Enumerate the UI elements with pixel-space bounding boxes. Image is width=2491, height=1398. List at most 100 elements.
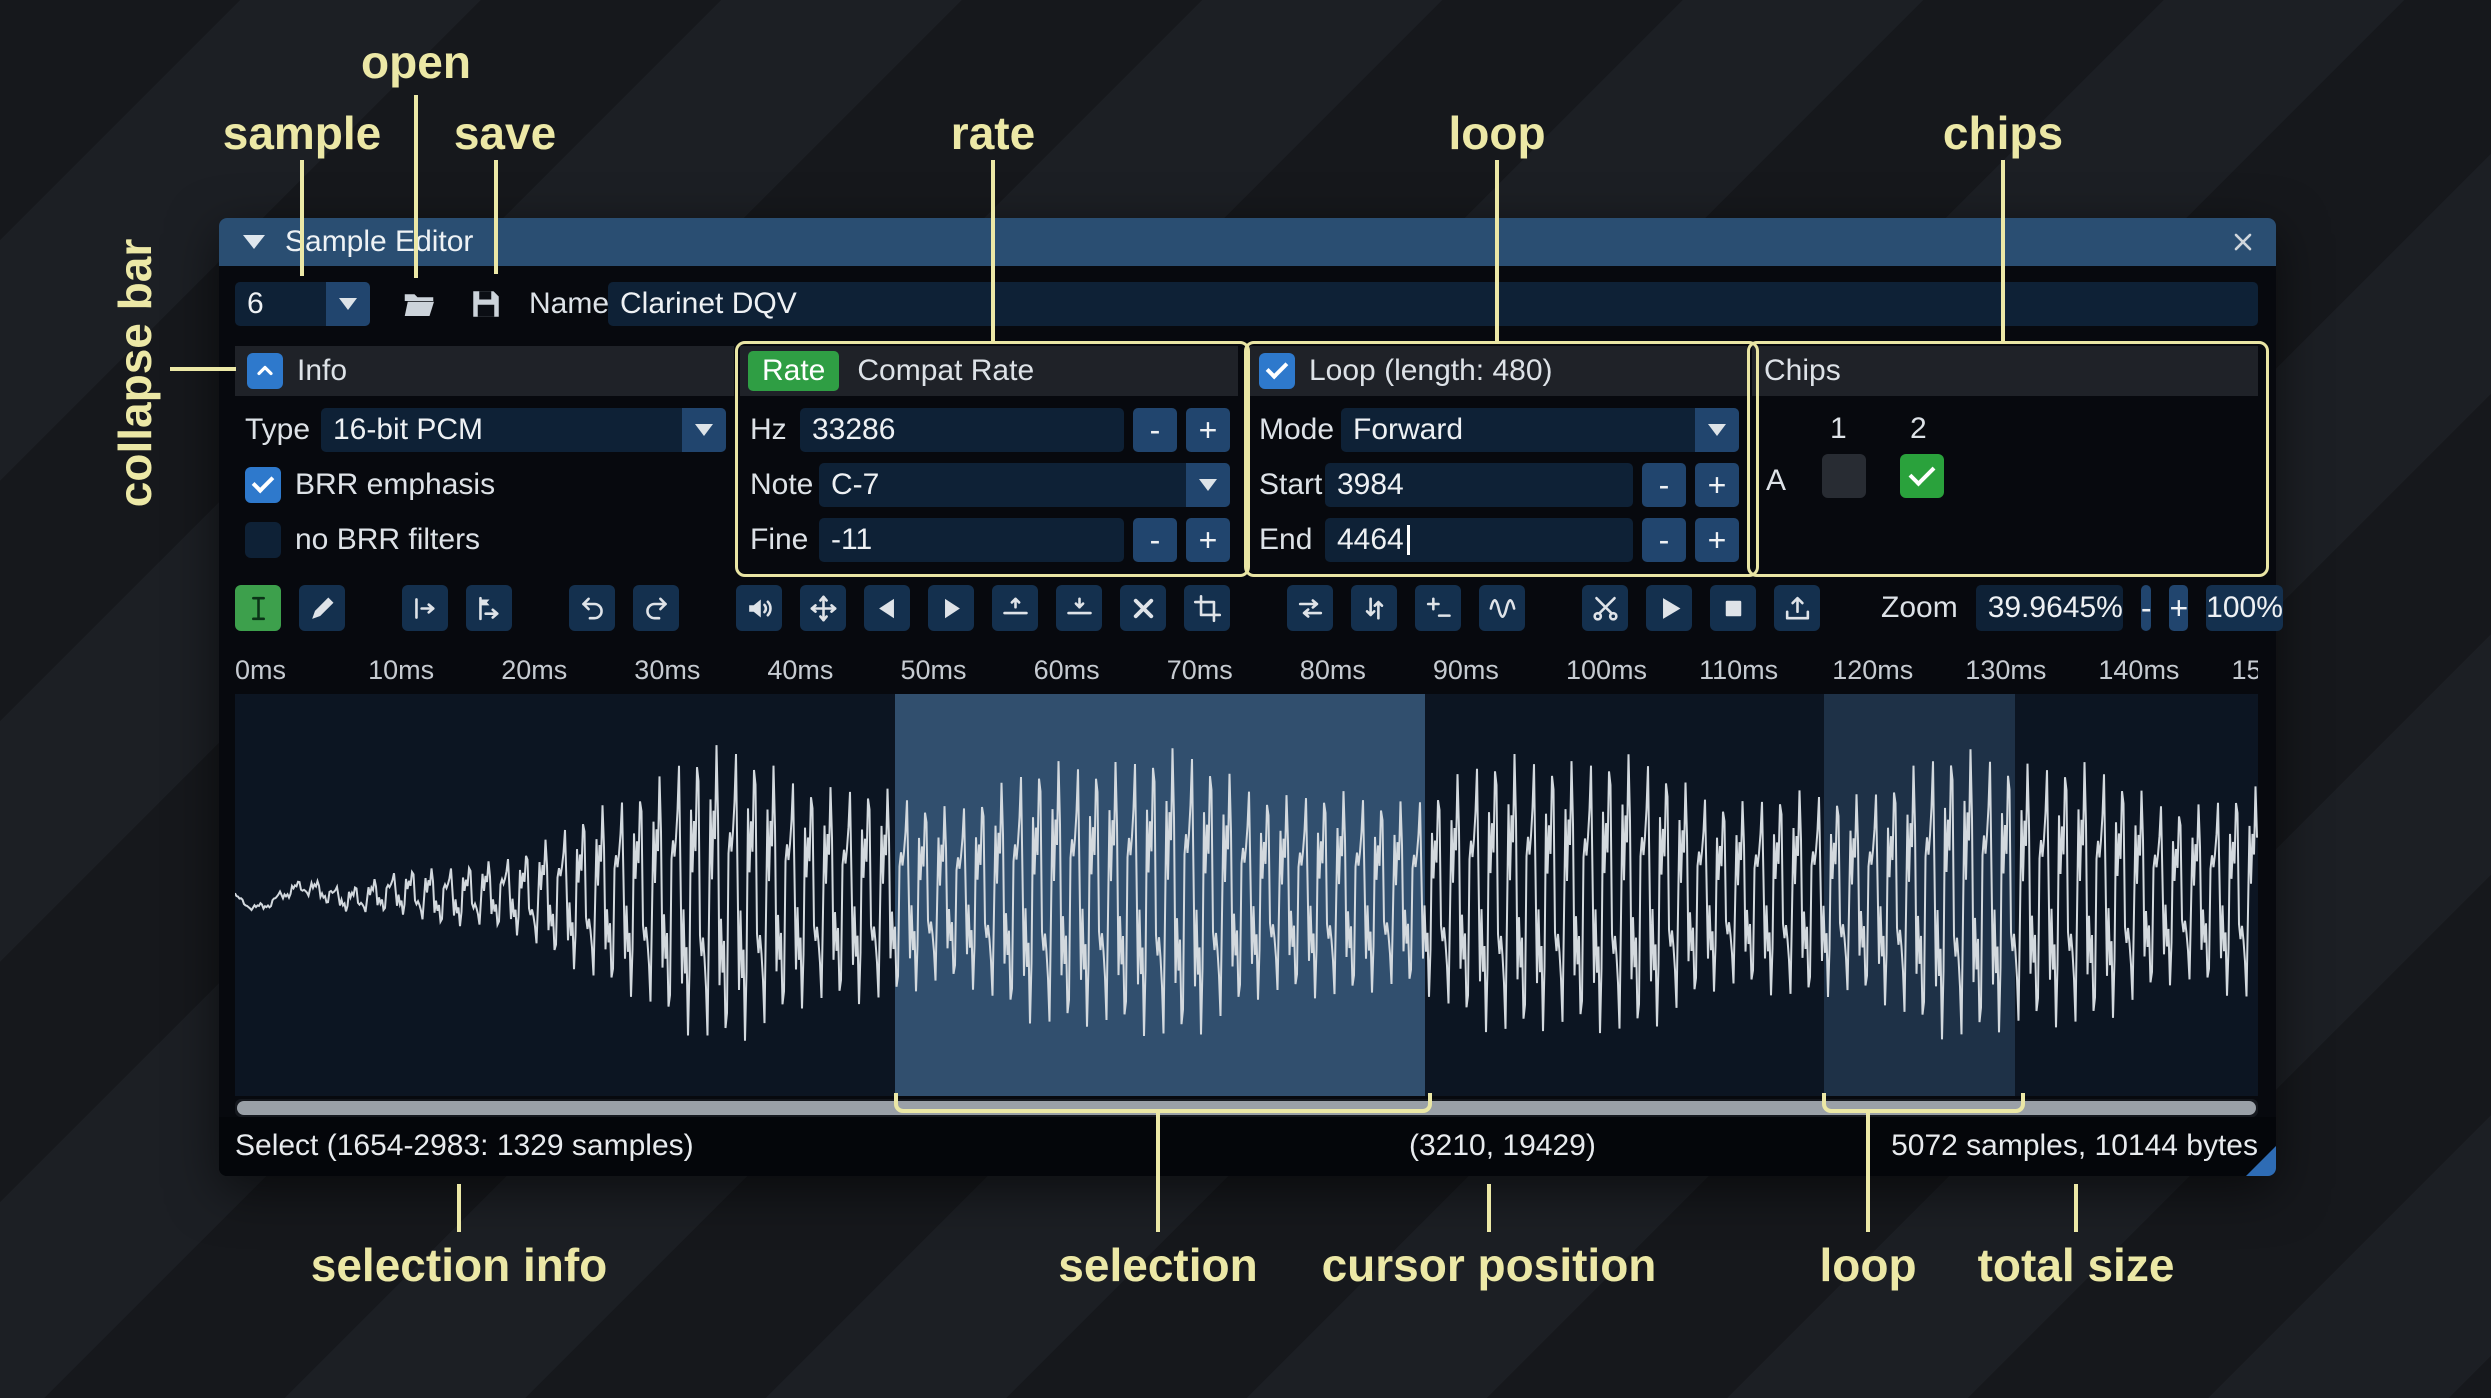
resample-icon <box>478 596 499 620</box>
undo-button[interactable] <box>569 585 615 631</box>
redo-button[interactable] <box>633 585 679 631</box>
rate-badge[interactable]: Rate <box>748 351 840 391</box>
delete-button[interactable] <box>1120 585 1166 631</box>
no-brr-filters-label: no BRR filters <box>295 523 481 556</box>
annotation-line-selection-info <box>457 1184 461 1232</box>
zoom-minus-button[interactable]: - <box>2140 585 2152 631</box>
brr-emphasis-row: BRR emphasis <box>245 463 726 507</box>
insert-silence-button[interactable] <box>992 585 1038 631</box>
ruler-label: 80ms <box>1299 655 1366 685</box>
upload-sample-button[interactable] <box>1774 585 1820 631</box>
type-select[interactable]: 16-bit PCM <box>321 408 726 452</box>
loop-start-minus-button[interactable]: - <box>1642 463 1686 507</box>
loop-end-plus-button[interactable]: + <box>1695 518 1739 562</box>
draw-tool-icon <box>311 597 333 619</box>
stop-preview-button[interactable] <box>1710 585 1756 631</box>
select-tool-button[interactable] <box>235 585 281 631</box>
resample-button[interactable] <box>466 585 512 631</box>
hz-input[interactable]: 33286 <box>800 408 1124 452</box>
draw-tool-button[interactable] <box>299 585 345 631</box>
note-dropdown-button[interactable] <box>1186 463 1230 507</box>
fade-in-button[interactable] <box>864 585 910 631</box>
ruler-label: 110ms <box>1699 655 1779 685</box>
info-title: Info <box>297 354 348 387</box>
brr-emphasis-label: BRR emphasis <box>295 468 496 501</box>
sample-number-select[interactable]: 6 <box>235 282 370 326</box>
loop-start-input[interactable]: 3984 <box>1325 463 1633 507</box>
hz-plus-button[interactable]: + <box>1186 408 1230 452</box>
close-button[interactable] <box>2226 225 2260 259</box>
rate-title: Compat Rate <box>857 354 1035 387</box>
chip-2-checkbox[interactable] <box>1900 454 1944 498</box>
toolbar: Zoom 39.9645% - + 100% <box>235 580 2283 636</box>
horizontal-scrollbar[interactable] <box>235 1099 2258 1117</box>
fine-input[interactable]: -11 <box>819 518 1124 562</box>
preview-icon <box>1662 597 1680 619</box>
chip-column-2: 2 <box>1910 412 1927 445</box>
loop-mode-select[interactable]: Forward <box>1341 408 1739 452</box>
sign-button[interactable] <box>1415 585 1461 631</box>
amplify-button[interactable] <box>736 585 782 631</box>
ruler-label: 100ms <box>1566 655 1648 685</box>
scrollbar-thumb[interactable] <box>237 1101 2256 1115</box>
delete-icon <box>1133 598 1153 618</box>
fine-minus-button[interactable]: - <box>1133 518 1177 562</box>
annotation-selection: selection <box>1058 1239 1258 1291</box>
zoom-reset-button[interactable]: 100% <box>2206 585 2283 631</box>
collapse-bar-button[interactable] <box>247 353 283 389</box>
loop-start-label: Start <box>1259 468 1323 501</box>
zoom-input[interactable]: 39.9645% <box>1975 585 2123 631</box>
annotation-loop-bottom: loop <box>1819 1239 1917 1291</box>
name-input[interactable]: Clarinet DQV <box>608 282 2258 326</box>
preview-button[interactable] <box>1646 585 1692 631</box>
waveform-view[interactable] <box>235 694 2258 1096</box>
apply-silence-button[interactable] <box>1056 585 1102 631</box>
trim-button[interactable] <box>1184 585 1230 631</box>
resize-grip[interactable] <box>2246 1146 2276 1176</box>
loop-enable-checkbox[interactable] <box>1259 353 1295 389</box>
collapse-window-icon[interactable] <box>243 235 265 249</box>
ruler-label: 130ms <box>1965 655 2047 685</box>
rate-header: Rate Compat Rate <box>740 346 1238 396</box>
resize-button[interactable] <box>402 585 448 631</box>
upload-sample-icon <box>1785 596 1809 619</box>
loop-end-input[interactable]: 4464 <box>1325 518 1633 562</box>
invert-button[interactable] <box>1351 585 1397 631</box>
save-sample-button[interactable] <box>464 282 508 326</box>
loop-start-plus-button[interactable]: + <box>1695 463 1739 507</box>
open-sample-button[interactable] <box>397 282 441 326</box>
loop-end-label: End <box>1259 523 1313 556</box>
titlebar: Sample Editor <box>219 218 2276 266</box>
loop-end-minus-button[interactable]: - <box>1642 518 1686 562</box>
brr-emphasis-checkbox[interactable] <box>245 467 281 503</box>
type-dropdown-button[interactable] <box>682 408 726 452</box>
no-brr-filters-checkbox[interactable] <box>245 522 281 558</box>
hz-minus-button[interactable]: - <box>1133 408 1177 452</box>
chip-1-checkbox[interactable] <box>1822 454 1866 498</box>
loop-title: Loop (length: 480) <box>1309 354 1553 387</box>
note-select[interactable]: C-7 <box>819 463 1230 507</box>
fade-out-button[interactable] <box>928 585 974 631</box>
loop-mode-dropdown-button[interactable] <box>1695 408 1739 452</box>
note-row: Note C-7 <box>750 463 1230 507</box>
fine-plus-button[interactable]: + <box>1186 518 1230 562</box>
chevron-down-icon <box>1199 479 1217 491</box>
annotation-line-total-size <box>2074 1184 2078 1232</box>
total-size-text: 5072 samples, 10144 bytes <box>1891 1129 2258 1162</box>
trim-icon <box>1193 594 1221 622</box>
redo-icon <box>645 597 667 619</box>
annotation-selection-info: selection info <box>310 1239 608 1291</box>
sign-icon <box>1426 597 1451 617</box>
resize-icon <box>414 597 435 619</box>
type-value: 16-bit PCM <box>333 413 484 446</box>
reverse-button[interactable] <box>1287 585 1333 631</box>
loop-start-value: 3984 <box>1337 468 1404 501</box>
filter-button[interactable] <box>1479 585 1525 631</box>
name-value: Clarinet DQV <box>620 287 797 320</box>
stop-preview-icon <box>1725 600 1741 616</box>
normalize-button[interactable] <box>800 585 846 631</box>
crossfade-loop-button[interactable] <box>1582 585 1628 631</box>
chevron-down-icon <box>339 298 357 310</box>
zoom-plus-button[interactable]: + <box>2169 585 2189 631</box>
sample-number-dropdown-button[interactable] <box>326 282 370 326</box>
